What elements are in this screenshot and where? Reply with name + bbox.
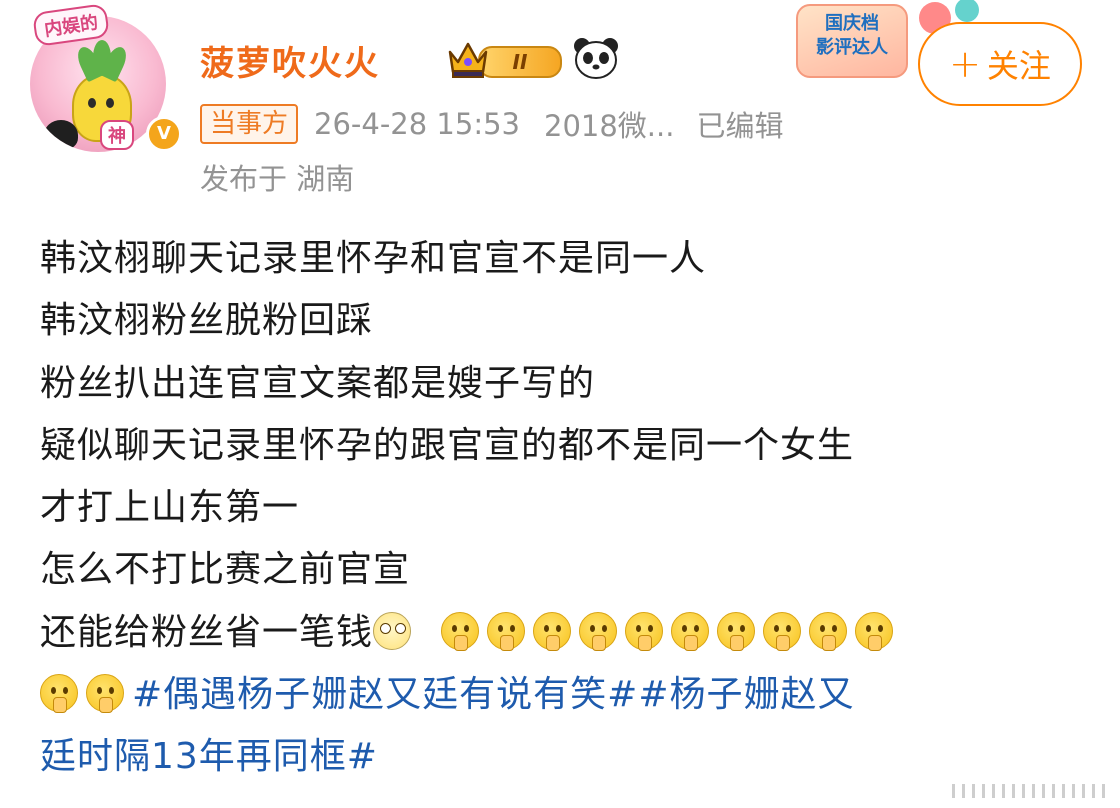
- hashtag-link[interactable]: #杨子姗赵又: [638, 674, 854, 715]
- event-badge-line1: 国庆档: [825, 13, 879, 34]
- watermark-dots: [952, 784, 1110, 798]
- black-cat-icon: [44, 120, 78, 150]
- shush-emoji-icon: [625, 611, 664, 651]
- shush-emoji-icon: [40, 674, 78, 714]
- shush-emoji-icon: [671, 611, 710, 651]
- hashtag-link[interactable]: 廷时隔13年再同框#: [40, 736, 378, 777]
- post-header: 内娱的 神 V 菠萝吹火火 II 国庆档 影评达人 + 关注 当事方 26-4-…: [0, 0, 1120, 210]
- shush-emoji-icon: [855, 611, 894, 651]
- event-badge-line2: 影评达人: [816, 37, 888, 58]
- shush-emoji-icon: [533, 611, 572, 651]
- content-line: 廷时隔13年再同框#: [40, 726, 1090, 788]
- shush-emoji-icon: [763, 611, 802, 651]
- party-tag: 当事方: [200, 104, 299, 144]
- avatar-frame-tag-bottom: 神: [100, 120, 134, 150]
- content-line: 才打上山东第一: [40, 487, 300, 529]
- level-badge-label: II: [478, 46, 562, 78]
- content-line-with-emoji: 还能给粉丝省一笔钱: [40, 602, 1090, 664]
- shush-emoji-icon: [717, 611, 756, 651]
- post-meta: 当事方 26-4-28 15:53 2018微... 已编辑: [200, 104, 783, 144]
- level-badge[interactable]: II: [446, 38, 562, 80]
- avatar[interactable]: 内娱的 神 V: [26, 3, 182, 154]
- crown-icon: [448, 42, 488, 78]
- content-line: 韩汶栩粉丝脱粉回踩: [40, 300, 374, 342]
- laugh-cry-emoji-icon: [373, 611, 412, 650]
- follow-button-label: 关注: [986, 47, 1051, 85]
- post-timestamp: 26-4-28 15:53: [314, 107, 520, 141]
- follow-button[interactable]: + 关注: [918, 22, 1082, 106]
- shush-emoji-icon: [809, 611, 848, 651]
- shush-emoji-icon: [487, 611, 526, 651]
- event-badge[interactable]: 国庆档 影评达人: [796, 4, 908, 78]
- content-line: 粉丝扒出连官宣文案都是嫂子写的: [40, 362, 596, 404]
- shush-emoji-icon: [441, 611, 480, 651]
- content-line: 怎么不打比赛之前官宣: [40, 549, 411, 591]
- content-line: 疑似聊天记录里怀孕的跟官宣的都不是同一个女生: [40, 424, 855, 466]
- panda-icon[interactable]: [572, 36, 620, 80]
- content-line-text: 还能给粉丝省一笔钱: [40, 611, 374, 653]
- post-source[interactable]: 2018微...: [544, 103, 674, 145]
- content-line-with-hashtags: #偶遇杨子姗赵又廷有说有笑##杨子姗赵又: [40, 664, 1090, 726]
- edited-label[interactable]: 已编辑: [696, 103, 783, 145]
- username[interactable]: 菠萝吹火火: [200, 36, 380, 85]
- post-content: 韩汶栩聊天记录里怀孕和官宣不是同一人 韩汶栩粉丝脱粉回踩 粉丝扒出连官宣文案都是…: [40, 228, 1090, 789]
- plus-icon: +: [949, 42, 981, 86]
- content-line: 韩汶栩聊天记录里怀孕和官宣不是同一人: [40, 238, 707, 279]
- verified-badge-icon: V: [146, 116, 182, 152]
- shush-emoji-icon: [86, 674, 124, 714]
- hashtag-link[interactable]: #偶遇杨子姗赵又廷有说有笑#: [132, 674, 638, 715]
- post-location: 发布于 湖南: [200, 162, 355, 196]
- shush-emoji-icon: [579, 611, 618, 651]
